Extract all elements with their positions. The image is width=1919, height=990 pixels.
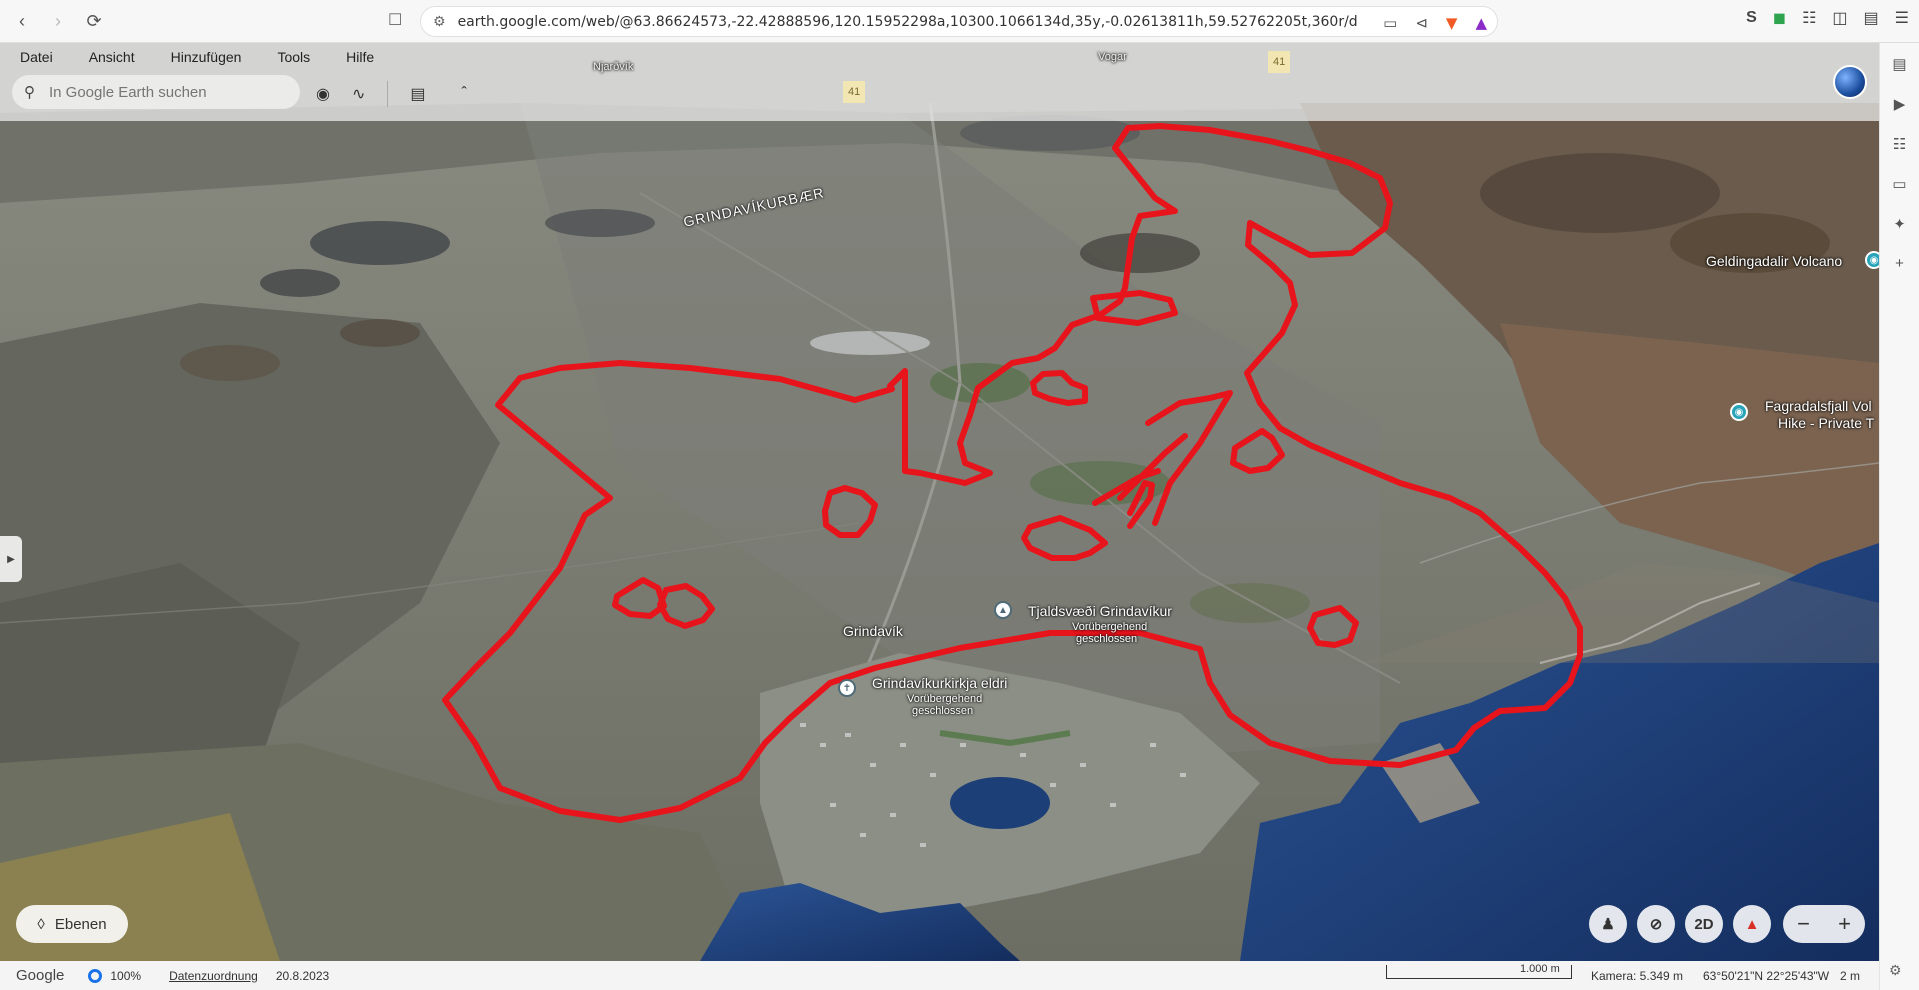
church-pin-icon[interactable]: ✝	[838, 679, 856, 697]
zoom-out-button[interactable]: −	[1797, 911, 1810, 937]
ruler-icon[interactable]: ▤	[410, 84, 425, 104]
share-icon[interactable]: ⊲	[1415, 14, 1428, 32]
menu-icon[interactable]: ☰	[1895, 8, 1909, 28]
campground-pin-icon[interactable]: ▲	[994, 601, 1012, 619]
label-kirkja-status-1: Vorübergehend	[907, 693, 983, 705]
earth-toolbar: Datei Ansicht Hinzufügen Tools Hilfe ⚲ ◉…	[0, 43, 1879, 121]
street-view-button[interactable]: ♟	[1589, 905, 1627, 943]
browser-toolbar: ‹ › ⟳ ☐ ⚙ earth.google.com/web/@63.86624…	[0, 0, 1919, 43]
label-fagradalsfjall-2[interactable]: Hike - Private T	[1778, 415, 1874, 431]
leo-icon[interactable]: ✦	[1893, 215, 1906, 233]
brave-shields-icon[interactable]: ▼	[1446, 14, 1458, 32]
menu-datei[interactable]: Datei	[20, 49, 53, 65]
camera-pin-icon[interactable]: ◉	[1865, 251, 1879, 269]
arrow-right-icon: ›	[55, 10, 61, 31]
label-road-41a: 41	[1268, 51, 1291, 73]
back-button[interactable]: ‹	[8, 7, 36, 35]
reload-icon: ⟳	[86, 10, 102, 31]
map-controls: ♟ ⊘ 2D ▲	[1589, 905, 1771, 943]
label-tjaldsvaedi[interactable]: Tjaldsvæði Grindavíkur	[1028, 603, 1172, 619]
placemark-icon[interactable]: ◉	[316, 84, 330, 104]
compass-button[interactable]: ▲	[1733, 905, 1771, 943]
sidebar-toggle-icon[interactable]: ◫	[1832, 8, 1847, 28]
arrow-left-icon: ‹	[19, 10, 25, 31]
search-bar[interactable]: ⚲	[12, 75, 300, 109]
scale-label: 1.000 m	[1520, 963, 1560, 975]
label-road-41b: 41	[843, 81, 866, 103]
pegman-icon: ♟	[1601, 916, 1615, 933]
zoom-control: − +	[1783, 905, 1865, 943]
wallet-panel-icon[interactable]: ▤	[1892, 55, 1906, 73]
attribution-link[interactable]: Datenzuordnung	[169, 969, 258, 983]
loading-status-icon	[88, 968, 103, 983]
label-kirkja[interactable]: Grindavíkurkirkja eldri	[872, 675, 1007, 691]
earth-menu: Datei Ansicht Hinzufügen Tools Hilfe	[20, 49, 410, 65]
chevron-right-icon: ▶	[7, 553, 15, 565]
menu-hinzufuegen[interactable]: Hinzufügen	[171, 49, 242, 65]
label-njardvik: Njarðvík	[593, 61, 634, 73]
extensions-icon[interactable]: ☷	[1802, 8, 1816, 28]
ground-altitude: 2 m	[1840, 969, 1861, 983]
site-settings-icon[interactable]: ⚙	[433, 14, 446, 30]
no-location-icon: ⊘	[1649, 916, 1663, 933]
label-fagradalsfjall-1[interactable]: Fagradalsfjall Vol	[1765, 398, 1872, 414]
menu-ansicht[interactable]: Ansicht	[89, 49, 135, 65]
label-vogar: Vogar	[1098, 51, 1127, 63]
load-percent: 100%	[110, 968, 142, 983]
label-grindavik[interactable]: Grindavík	[843, 623, 903, 639]
camera-altitude: Kamera: 5.349 m	[1591, 969, 1684, 983]
search-input[interactable]	[49, 83, 269, 101]
chevron-up-icon[interactable]: ˆ	[462, 85, 467, 103]
extension-s-icon[interactable]: S	[1746, 9, 1757, 27]
browser-side-panel: ▤ ▶ ☷ ▭ ✦ +	[1879, 43, 1919, 990]
compass-icon: ▲	[1744, 915, 1760, 933]
map-viewport[interactable]: Datei Ansicht Hinzufügen Tools Hilfe ⚲ ◉…	[0, 43, 1879, 961]
bookmarks-panel-icon[interactable]: ▭	[1892, 175, 1906, 193]
location-button[interactable]: ⊘	[1637, 905, 1675, 943]
forward-button[interactable]: ›	[44, 7, 72, 35]
reading-list-icon[interactable]: ☷	[1893, 135, 1906, 153]
toggle-2d-button[interactable]: 2D	[1685, 905, 1723, 943]
earth-tools: ◉ ∿ ▤ ˆ	[316, 81, 467, 107]
address-bar[interactable]: ⚙ earth.google.com/web/@63.86624573,-22.…	[420, 6, 1498, 37]
reload-button[interactable]: ⟳	[80, 7, 108, 35]
label-tjaldsvaedi-status-2: geschlossen	[1076, 633, 1138, 645]
shield-icon[interactable]: ◼	[1773, 8, 1786, 28]
search-icon: ⚲	[24, 84, 35, 101]
brave-rewards-icon[interactable]: ▲	[1475, 14, 1487, 32]
cursor-coordinates: 63°50'21"N 22°25'43"W	[1703, 969, 1830, 983]
layers-label: Ebenen	[54, 915, 107, 933]
cast-icon[interactable]: ▭	[1383, 14, 1397, 32]
status-bar: Google 100% Datenzuordnung 20.8.2023 1.0…	[0, 961, 1879, 990]
path-icon[interactable]: ∿	[352, 84, 365, 104]
label-tjaldsvaedi-status-1: Vorübergehend	[1072, 621, 1148, 633]
layers-icon: ◊	[37, 915, 45, 933]
settings-gear-icon[interactable]: ⚙	[1889, 962, 1902, 979]
google-logo: Google	[16, 967, 65, 984]
terrain-imagery	[0, 43, 1879, 961]
menu-tools[interactable]: Tools	[277, 49, 310, 65]
wallet-icon[interactable]: ▤	[1864, 8, 1879, 28]
expand-panel-button[interactable]: ▶	[0, 536, 22, 582]
media-panel-icon[interactable]: ▶	[1894, 95, 1906, 113]
url-text: earth.google.com/web/@63.86624573,-22.42…	[457, 13, 1358, 30]
label-geldingadalir[interactable]: Geldingadalir Volcano	[1706, 253, 1842, 269]
tool-divider	[387, 81, 389, 107]
bookmark-button[interactable]: ☐	[388, 10, 402, 30]
account-globe-button[interactable]	[1833, 65, 1867, 99]
zoom-in-button[interactable]: +	[1838, 911, 1851, 937]
camera-pin-icon-2[interactable]: ◉	[1730, 403, 1748, 421]
menu-hilfe[interactable]: Hilfe	[346, 49, 374, 65]
layers-button[interactable]: ◊ Ebenen	[16, 905, 128, 943]
add-panel-icon[interactable]: +	[1895, 255, 1904, 272]
label-kirkja-status-2: geschlossen	[912, 705, 974, 717]
imagery-date: 20.8.2023	[275, 968, 330, 983]
